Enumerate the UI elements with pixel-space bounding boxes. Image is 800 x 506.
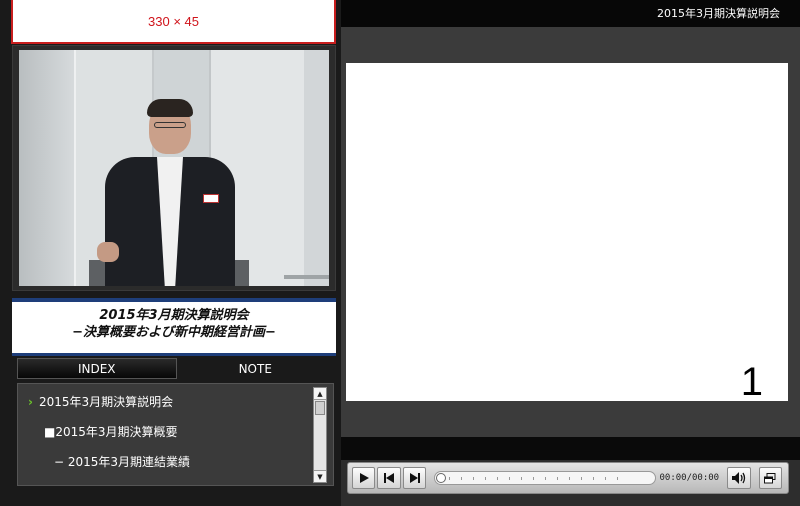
speaker-video bbox=[19, 50, 329, 286]
scroll-down-icon[interactable]: ▼ bbox=[314, 470, 326, 482]
right-panel: 2015年3月期決算説明会 1 00:00/00:00 bbox=[341, 0, 800, 506]
banner-text: 330 × 45 bbox=[148, 13, 199, 29]
event-title: 2015年3月期決算説明会 bbox=[99, 308, 249, 323]
volume-icon bbox=[731, 472, 745, 484]
popout-icon bbox=[764, 472, 776, 483]
divider bbox=[341, 437, 800, 460]
seek-bar[interactable] bbox=[434, 471, 656, 485]
video-player[interactable] bbox=[12, 45, 336, 291]
play-button[interactable] bbox=[352, 467, 376, 489]
popout-button[interactable] bbox=[758, 467, 782, 489]
tab-index[interactable]: INDEX bbox=[17, 358, 177, 379]
event-title-panel: 2015年3月期決算説明会 −決算概要および新中期経営計画− bbox=[12, 298, 336, 356]
previous-button[interactable] bbox=[377, 467, 401, 489]
index-item-label: − 2015年3月期連結業績 bbox=[54, 455, 191, 469]
next-icon bbox=[409, 473, 420, 483]
ad-banner[interactable]: 330 × 45 bbox=[11, 0, 336, 44]
slide-area: 1 bbox=[341, 27, 800, 437]
play-icon bbox=[359, 473, 369, 483]
window-title: 2015年3月期決算説明会 bbox=[657, 7, 780, 20]
top-bar: 2015年3月期決算説明会 bbox=[341, 0, 800, 27]
index-scrollbar[interactable]: ▲ ▼ bbox=[313, 387, 327, 483]
previous-icon bbox=[384, 473, 395, 483]
chevron-right-icon: › bbox=[28, 395, 33, 409]
index-item[interactable]: › 2015年3月期決算説明会 bbox=[28, 393, 173, 410]
index-item-label: ■2015年3月期決算概要 bbox=[44, 425, 178, 439]
index-item-label: 2015年3月期決算説明会 bbox=[38, 395, 174, 409]
slide-page-number: 1 bbox=[740, 360, 763, 404]
scroll-up-icon[interactable]: ▲ bbox=[314, 388, 326, 400]
timecode: 00:00/00:00 bbox=[659, 473, 720, 483]
seek-knob[interactable] bbox=[436, 473, 447, 483]
index-item[interactable]: ■2015年3月期決算概要 bbox=[44, 423, 178, 440]
tab-bar: INDEX NOTE bbox=[17, 358, 334, 379]
tab-note[interactable]: NOTE bbox=[176, 358, 334, 379]
player-controls: 00:00/00:00 bbox=[347, 462, 789, 494]
index-item[interactable]: − 2015年3月期連結業績 bbox=[54, 453, 190, 470]
scroll-thumb[interactable] bbox=[315, 401, 325, 415]
volume-button[interactable] bbox=[727, 467, 751, 489]
event-subtitle: −決算概要および新中期経営計画− bbox=[72, 325, 276, 340]
speaker bbox=[97, 99, 247, 286]
left-panel: 330 × 45 2015年3月期決算説明会 −決算概要および新中期経営計画− bbox=[0, 0, 341, 506]
index-list: › 2015年3月期決算説明会 ■2015年3月期決算概要 − 2015年3月期連… bbox=[17, 383, 334, 486]
next-button[interactable] bbox=[402, 467, 427, 489]
slide: 1 bbox=[346, 63, 788, 404]
